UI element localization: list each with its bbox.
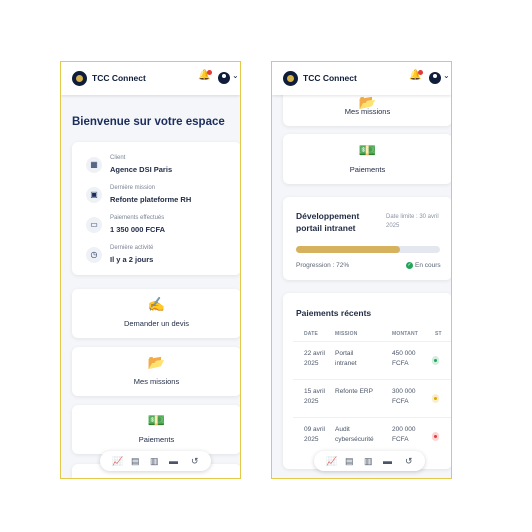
money-icon: 💵 [147,412,166,428]
brand-name: TCC Connect [303,73,357,83]
info-value: Refonte plateforme RH [110,195,192,204]
column-header-mission: MISSION [335,331,358,337]
status-pill [432,394,439,403]
cell-mission: Refonte ERP [335,388,373,395]
status-dot [434,359,437,362]
cell-date: 15 avril 2025 [304,388,325,405]
bottom-nav: 📈 ▤ ▥ ▬ ↺ [314,451,425,471]
history-icon[interactable]: ↺ [405,455,413,467]
clipboard-icon[interactable]: ▥ [364,455,373,467]
info-label: Dernière mission [110,185,156,191]
action-card-missions[interactable]: 📂 Mes missions [72,347,240,396]
bottom-nav: 📈 ▤ ▥ ▬ ↺ [100,451,211,471]
action-card-payments[interactable]: 💵 Paiements [283,134,451,184]
document-icon[interactable]: ▤ [345,455,354,467]
chevron-down-icon[interactable]: ⌄ [232,71,239,80]
id-card-icon[interactable]: ▬ [383,455,392,467]
money-icon: 💵 [358,142,377,158]
card-icon: ▭ [86,217,102,233]
bell-icon[interactable]: 🔔 [198,70,213,81]
document-icon[interactable]: ▤ [131,455,140,467]
cell-date: 22 avril 2025 [304,350,325,367]
cell-amount: 200 000 FCFA [392,426,416,443]
logo-icon [283,71,298,86]
chart-icon[interactable]: 📈 [326,455,337,467]
clipboard-icon[interactable]: ▥ [150,455,159,467]
brand-name: TCC Connect [92,73,146,83]
column-header-date: DATE [304,331,319,337]
clock-icon: ◷ [86,247,102,263]
column-header-amount: MONTANT [392,331,419,337]
phone-screen-scrolled: TCC Connect 🔔 ⌄ 📂 Mes missions 💵 Paiemen… [271,61,452,479]
info-label: Dernière activité [110,245,154,251]
id-card-icon[interactable]: ▬ [169,455,178,467]
folder-icon: 📂 [147,354,166,370]
status-pill [432,432,439,441]
action-label: Paiements [138,435,175,444]
info-value: 1 350 000 FCFA [110,225,166,234]
cell-amount: 450 000 FCFA [392,350,416,367]
info-label: Client [110,155,126,161]
cell-date: 09 avril 2025 [304,426,325,443]
status-label: En cours [415,262,441,270]
cell-amount: 300 000 FCFA [392,388,416,405]
avatar[interactable] [218,72,230,84]
project-title: Développement portail intranet [296,211,360,233]
cell-mission: Audit cybersécurité [335,426,374,443]
progress-fill [296,246,400,253]
column-header-status: ST [435,331,442,337]
action-label: Paiements [349,165,386,174]
phone-screen-dashboard: TCC Connect 🔔 ⌄ Bienvenue sur votre espa… [60,61,241,479]
info-value: Il y a 2 jours [110,255,154,264]
action-label: Mes missions [344,107,391,116]
action-label: Demander un devis [123,319,190,328]
bell-icon[interactable]: 🔔 [409,70,424,81]
action-card-payments[interactable]: 💵 Paiements [72,405,240,454]
status-dot [434,435,437,438]
action-label: Mes missions [133,377,180,386]
recent-payments-card: Paiements récents DATE MISSION MONTANT S… [283,293,451,469]
status-badge: ✓ En cours [406,262,441,269]
progress-bar [296,246,440,253]
page-title: Bienvenue sur votre espace [72,116,225,128]
client-info-card: ▦ Client Agence DSI Paris ▣ Dernière mis… [72,142,240,275]
history-icon[interactable]: ↺ [191,455,199,467]
info-value: Agence DSI Paris [110,165,173,174]
table-row[interactable]: 15 avril 2025 Refonte ERP 300 000 FCFA [293,379,451,418]
app-bar: TCC Connect 🔔 ⌄ [61,62,240,95]
section-title: Paiements récents [296,308,372,318]
building-icon: ▦ [86,157,102,173]
project-deadline: Date limite : 30 avril 2025 [386,214,439,229]
table-row[interactable]: 22 avril 2025 Portail intranet 450 000 F… [293,341,451,380]
app-bar: TCC Connect 🔔 ⌄ [272,62,451,95]
briefcase-icon: ▣ [86,187,102,203]
check-icon: ✓ [406,262,413,269]
cell-mission: Portail intranet [335,350,357,367]
signature-icon: ✍ [147,296,166,312]
status-dot [434,397,437,400]
chart-icon[interactable]: 📈 [112,455,123,467]
avatar[interactable] [429,72,441,84]
chevron-down-icon[interactable]: ⌄ [443,71,450,80]
info-label: Paiements effectués [110,215,165,221]
logo-icon [72,71,87,86]
progress-label: Progression : 72% [296,262,350,269]
project-card[interactable]: Développement portail intranet Date limi… [283,197,451,280]
action-card-quote[interactable]: ✍ Demander un devis [72,289,240,338]
status-pill [432,356,439,365]
